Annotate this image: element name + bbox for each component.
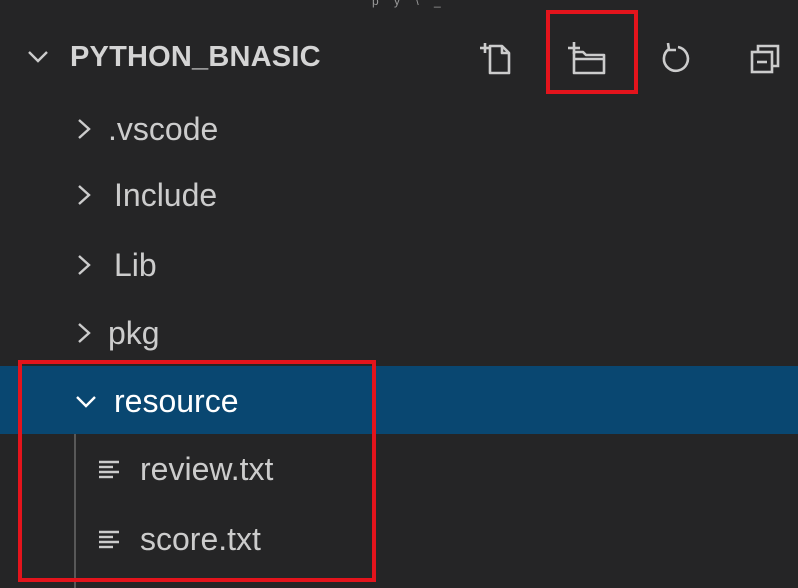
tree-item-resource[interactable]: resource (0, 366, 798, 434)
chevron-right-icon (78, 255, 91, 275)
refresh-button[interactable] (650, 32, 702, 84)
tree-item-pkg[interactable]: pkg (0, 300, 798, 366)
chevron-right-icon (78, 119, 91, 139)
tree-item-label: .vscode (108, 111, 219, 147)
tree-item-vscode[interactable]: .vscode (0, 96, 798, 162)
chevron-right-icon (78, 323, 91, 343)
section-title: PYTHON_BNASIC (70, 41, 321, 73)
text-file-icon (99, 460, 119, 479)
explorer-section-header[interactable]: PYTHON_BNASIC (0, 24, 798, 90)
chevron-down-icon (76, 396, 96, 408)
chevron-down-icon (28, 51, 48, 63)
tree-item-lib[interactable]: Lib (0, 232, 798, 298)
cropped-title-fragment: p y \ _ (372, 0, 447, 8)
explorer-panel: p y \ _ PYTHON_BNASIC .vscode Include Li… (0, 0, 798, 588)
tree-file-review[interactable]: review.txt (0, 436, 798, 502)
chevron-right-icon (78, 185, 91, 205)
text-file-icon (99, 530, 119, 549)
collapse-all-button[interactable] (740, 32, 792, 84)
collapse-all-icon (750, 44, 780, 74)
tree-item-label: pkg (108, 315, 160, 351)
tree-item-label: Include (114, 177, 218, 213)
tree-item-label: score.txt (140, 521, 261, 557)
tree-item-include[interactable]: Include (0, 162, 798, 228)
top-strip: p y \ _ (0, 0, 798, 10)
tree-file-score[interactable]: score.txt (0, 506, 798, 572)
new-folder-button[interactable] (562, 32, 614, 84)
refresh-icon (662, 42, 690, 73)
tree-item-label: review.txt (140, 451, 274, 487)
new-file-icon (480, 43, 511, 75)
new-folder-icon (568, 42, 606, 75)
new-file-button[interactable] (470, 32, 522, 84)
tree-item-label: resource (114, 383, 239, 419)
tree-item-label: Lib (114, 247, 157, 283)
